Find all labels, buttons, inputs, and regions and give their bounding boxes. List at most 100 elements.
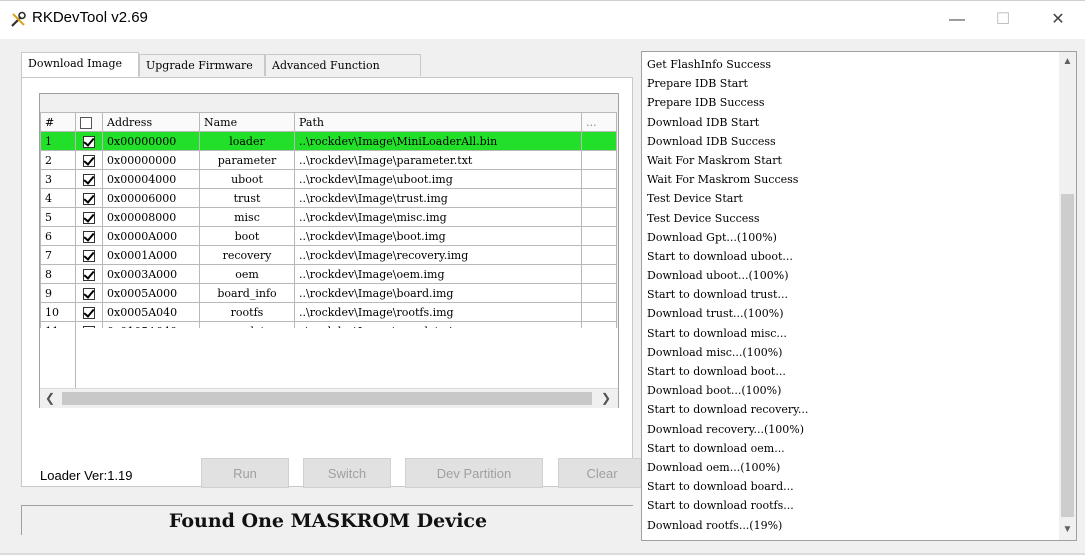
table-empty-area-left bbox=[40, 328, 76, 388]
tab-download-image[interactable]: Download Image bbox=[21, 52, 139, 77]
row-checkbox-cell[interactable] bbox=[75, 264, 103, 284]
row-name: misc bbox=[199, 207, 295, 227]
row-path: ..\rockdev\Image\misc.img bbox=[294, 207, 582, 227]
switch-button[interactable]: Switch bbox=[303, 458, 391, 488]
row-checkbox-cell[interactable] bbox=[75, 169, 103, 189]
table-row[interactable]: 3 0x00004000 uboot ..\rockdev\Image\uboot.i… bbox=[40, 169, 617, 189]
row-checkbox-cell[interactable] bbox=[75, 226, 103, 246]
row-address: 0x0001A000 bbox=[102, 245, 200, 265]
row-checkbox[interactable] bbox=[83, 211, 95, 224]
header-path[interactable]: Path bbox=[294, 112, 582, 132]
row-checkbox[interactable] bbox=[83, 268, 95, 281]
table-row[interactable]: 7 0x0001A000 recovery ..\rockdev\Image\reco… bbox=[40, 245, 617, 265]
row-num: 4 bbox=[40, 188, 76, 208]
log-line: Start to download uboot... bbox=[647, 249, 793, 263]
log-line: Get FlashInfo Success bbox=[647, 58, 772, 71]
dev-partition-button[interactable]: Dev Partition bbox=[405, 458, 543, 488]
header-address[interactable]: Address bbox=[102, 112, 200, 132]
row-more bbox=[581, 207, 617, 227]
table-row[interactable]: 9 0x0005A000 board_info ..\rockdev\Image\bo… bbox=[40, 283, 617, 303]
maximize-button[interactable]: ☐ bbox=[981, 1, 1025, 39]
log-line: Start to download board... bbox=[647, 480, 794, 494]
table-row[interactable]: 6 0x0000A000 boot ..\rockdev\Image\boot.img bbox=[40, 226, 617, 246]
header-more[interactable]: ... bbox=[581, 112, 617, 132]
left-panel: Download Image Upgrade Firmware Advanced… bbox=[0, 39, 646, 555]
scroll-right-icon[interactable]: ❯ bbox=[598, 391, 614, 405]
tab-upgrade-firmware[interactable]: Upgrade Firmware bbox=[139, 54, 265, 76]
row-checkbox-cell[interactable] bbox=[75, 131, 103, 151]
row-more bbox=[581, 188, 617, 208]
row-checkbox-cell[interactable] bbox=[75, 283, 103, 303]
row-checkbox[interactable] bbox=[83, 192, 95, 205]
log-line: Start to download boot... bbox=[647, 365, 786, 378]
table-row[interactable]: 4 0x00006000 trust ..\rockdev\Image\trust.i… bbox=[40, 188, 617, 208]
row-checkbox[interactable] bbox=[83, 306, 95, 319]
table-row[interactable]: 1 0x00000000 loader ..\rockdev\Image\MiniLo… bbox=[40, 131, 617, 151]
row-num: 6 bbox=[40, 226, 76, 246]
row-address: 0x00004000 bbox=[102, 169, 200, 189]
row-address: 0x00008000 bbox=[102, 207, 200, 227]
row-address: 0x0003A000 bbox=[102, 264, 200, 284]
table-row[interactable]: 10 0x0005A040 rootfs ..\rockdev\Image\rootf… bbox=[40, 302, 617, 322]
log-line: Download Gpt...(100%) bbox=[647, 230, 777, 244]
log-line: Download boot...(100%) bbox=[647, 384, 782, 398]
table-row[interactable]: 2 0x00000000 parameter ..\rockdev\Image\par… bbox=[40, 150, 617, 170]
row-more bbox=[581, 131, 617, 151]
header-num[interactable]: # bbox=[40, 112, 76, 132]
row-path: ..\rockdev\Image\recovery.img bbox=[294, 245, 582, 265]
row-checkbox[interactable] bbox=[83, 154, 95, 167]
row-num: 10 bbox=[40, 302, 76, 322]
row-more bbox=[581, 169, 617, 189]
log-panel[interactable]: Get FlashInfo Success Prepare IDB Start Pr… bbox=[641, 51, 1077, 541]
run-button[interactable]: Run bbox=[201, 458, 289, 488]
row-address: 0x0000A000 bbox=[102, 226, 200, 246]
horizontal-scrollbar[interactable]: ❮ ❯ bbox=[40, 388, 618, 408]
log-line: Download IDB Success bbox=[647, 134, 776, 148]
row-checkbox[interactable] bbox=[83, 230, 95, 243]
row-checkbox[interactable] bbox=[83, 249, 95, 262]
row-checkbox-cell[interactable] bbox=[75, 245, 103, 265]
table-row[interactable]: 5 0x00008000 misc ..\rockdev\Image\misc.img bbox=[40, 207, 617, 227]
row-address: 0x00000000 bbox=[102, 150, 200, 170]
header-select-all[interactable] bbox=[75, 112, 103, 132]
row-more bbox=[581, 226, 617, 246]
row-num: 7 bbox=[40, 245, 76, 265]
row-address: 0x00000000 bbox=[102, 131, 200, 151]
scroll-left-icon[interactable]: ❮ bbox=[42, 391, 58, 405]
table-body: 1 0x00000000 loader ..\rockdev\Image\MiniLo… bbox=[40, 131, 617, 341]
log-line: Download oem...(100%) bbox=[647, 460, 781, 474]
table-row[interactable]: 8 0x0003A000 oem ..\rockdev\Image\oem.img bbox=[40, 264, 617, 284]
vertical-scroll-thumb[interactable] bbox=[1061, 194, 1074, 517]
row-name: boot bbox=[199, 226, 295, 246]
row-checkbox-cell[interactable] bbox=[75, 207, 103, 227]
header-name[interactable]: Name bbox=[199, 112, 295, 132]
row-checkbox[interactable] bbox=[83, 173, 95, 186]
row-num: 1 bbox=[40, 131, 76, 151]
close-button[interactable]: ✕ bbox=[1036, 1, 1080, 39]
log-line: Start to download trust... bbox=[647, 288, 788, 302]
row-checkbox[interactable] bbox=[83, 135, 95, 148]
row-checkbox-cell[interactable] bbox=[75, 188, 103, 208]
row-address: 0x0005A000 bbox=[102, 283, 200, 303]
row-name: loader bbox=[199, 131, 295, 151]
scroll-up-icon[interactable]: ▲ bbox=[1059, 56, 1076, 67]
log-line: Wait For Maskrom Start bbox=[647, 153, 782, 167]
row-num: 3 bbox=[40, 169, 76, 189]
minimize-button[interactable]: — bbox=[935, 1, 979, 39]
vertical-scrollbar[interactable]: ▲ ▼ bbox=[1059, 52, 1076, 540]
log-line: Download uboot...(100%) bbox=[647, 269, 789, 283]
image-table: # Address Name Path ... 1 0x00000000 loade… bbox=[39, 93, 619, 408]
title-bar[interactable]: RKDevTool v2.69 — ☐ ✕ bbox=[0, 1, 1085, 39]
scroll-down-icon[interactable]: ▼ bbox=[1059, 524, 1076, 535]
horizontal-scroll-thumb[interactable] bbox=[62, 392, 592, 405]
clear-button[interactable]: Clear bbox=[558, 458, 646, 488]
table-empty-area bbox=[76, 328, 618, 388]
row-num: 8 bbox=[40, 264, 76, 284]
tab-advanced-function[interactable]: Advanced Function bbox=[265, 54, 421, 76]
row-checkbox-cell[interactable] bbox=[75, 150, 103, 170]
row-checkbox-cell[interactable] bbox=[75, 302, 103, 322]
row-checkbox[interactable] bbox=[83, 287, 95, 300]
row-address: 0x0005A040 bbox=[102, 302, 200, 322]
select-all-checkbox[interactable] bbox=[80, 116, 92, 129]
log-line: Download IDB Start bbox=[647, 115, 760, 129]
